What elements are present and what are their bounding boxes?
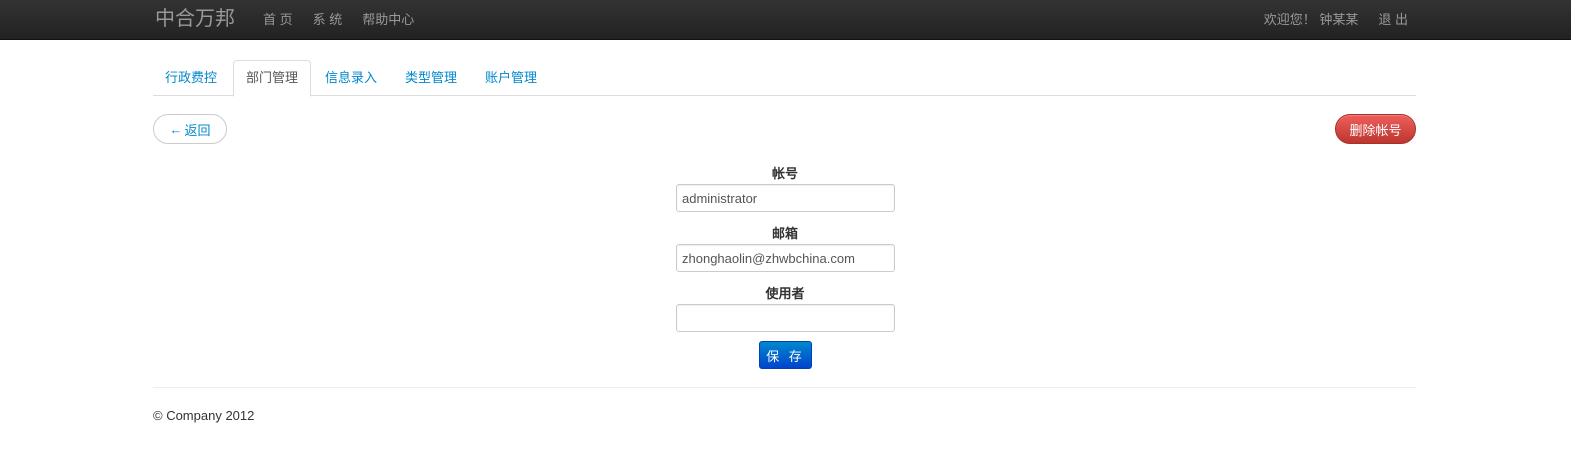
- footer-divider: [153, 387, 1416, 388]
- back-button-label: 返回: [184, 122, 211, 138]
- nav-help-center[interactable]: 帮助中心: [362, 11, 414, 28]
- arrow-left-icon: ←: [169, 121, 183, 137]
- nav-home[interactable]: 首 页: [263, 11, 293, 28]
- user-label: 使用者: [765, 286, 805, 301]
- tab-admin-expense[interactable]: 行政费控: [153, 60, 229, 96]
- account-field[interactable]: [676, 184, 895, 212]
- account-label: 帐号: [771, 166, 798, 181]
- welcome-text: 欢迎您！ 钟某某: [1263, 12, 1359, 27]
- tab-type-management[interactable]: 类型管理: [393, 60, 469, 96]
- brand-logo[interactable]: 中合万邦: [155, 7, 235, 31]
- email-label: 邮箱: [771, 226, 798, 241]
- save-button[interactable]: 保 存: [759, 341, 812, 369]
- delete-account-button[interactable]: 删除帐号: [1335, 114, 1416, 144]
- top-navbar: 中合万邦 首 页 系 统 帮助中心 欢迎您！ 钟某某 退 出: [0, 0, 1571, 40]
- logout-link[interactable]: 退 出: [1378, 11, 1408, 28]
- nav-system[interactable]: 系 统: [313, 11, 343, 28]
- tab-department-management[interactable]: 部门管理: [233, 60, 312, 97]
- user-field[interactable]: [676, 304, 895, 332]
- back-button[interactable]: ← 返回: [153, 114, 227, 144]
- footer-copyright: © Company 2012: [153, 408, 255, 423]
- email-field[interactable]: [676, 244, 895, 272]
- main-nav: 首 页 系 统 帮助中心: [263, 11, 434, 28]
- section-tabs: 行政费控 部门管理 信息录入 类型管理 账户管理: [153, 60, 1416, 97]
- tab-info-entry[interactable]: 信息录入: [313, 60, 389, 96]
- tab-account-management[interactable]: 账户管理: [473, 60, 549, 96]
- user-menu: 欢迎您！ 钟某某 退 出: [1264, 11, 1408, 28]
